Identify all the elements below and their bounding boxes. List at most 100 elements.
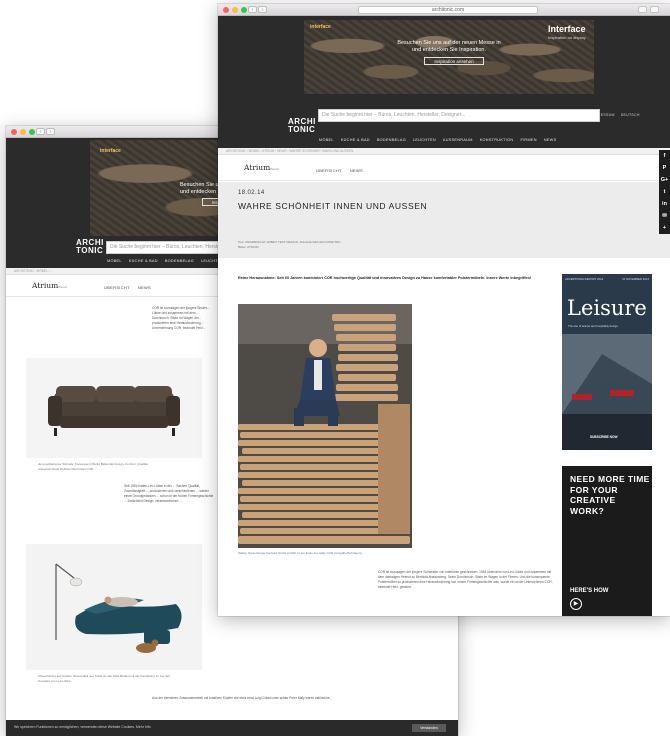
browser-toolbar: ‹ › architonic.com: [218, 4, 670, 16]
sofa-caption-line-2: Ausgezeichnete Polstermöbel bleibt COR.: [38, 466, 95, 471]
sofa-caption: Jung gebliebenes Sitzsofa: Konsequent Ma…: [38, 462, 214, 471]
mail-icon[interactable]: ✉: [659, 210, 670, 222]
social-share-bar: f P G+ t in ✉ +: [659, 150, 670, 234]
nav-item-leuchten[interactable]: LEUCHTEN: [413, 138, 436, 142]
facebook-icon[interactable]: f: [659, 150, 670, 162]
brand-nav: ÜBERSICHT NEWS: [316, 168, 363, 173]
architonic-logo[interactable]: ARCHI TONIC: [288, 118, 316, 134]
article-byline: Text: ANGEBRACHT ARBEIT TEXT DESIGN, ANL…: [238, 240, 438, 249]
logo-line-2: TONIC: [76, 246, 104, 255]
tab-news[interactable]: NEWS: [350, 168, 363, 173]
nav-item-aussenraum[interactable]: AUSSENRAUM: [443, 138, 473, 142]
window-controls[interactable]: [223, 7, 247, 13]
ad-creative-headline: NEED MORE TIME FOR YOUR CREATIVE WORK?: [570, 474, 650, 516]
forward-nav-button[interactable]: ›: [258, 6, 267, 13]
article-photo: [238, 304, 412, 548]
banner-cta-button[interactable]: Inspiration ansehen: [424, 57, 484, 65]
search-input[interactable]: Die Suche beginnt hier – Büros, Leuchten…: [318, 109, 600, 122]
twitter-icon[interactable]: t: [659, 186, 670, 198]
google-plus-icon[interactable]: G+: [659, 174, 670, 186]
more-share-icon[interactable]: +: [659, 222, 670, 234]
byline-images: Bilder: ATRIUM: [238, 244, 259, 249]
ad-date-label: 10 NOVEMBER 2014: [622, 277, 649, 281]
url-bar[interactable]: architonic.com: [358, 6, 538, 14]
tab-uebersicht[interactable]: ÜBERSICHT: [104, 285, 130, 290]
article-paragraph-2: Seit 1954 hatten Leo Lübke in der ... Sa…: [124, 484, 214, 503]
ad-banner[interactable]: interface Besuchen Sie uns auf der neuen…: [304, 20, 594, 94]
screenshot-stage: ‹ › interface Besuchen Sie uns auf der n…: [0, 0, 670, 736]
brand-suffix: Raum: [270, 167, 280, 171]
minimize-button[interactable]: [232, 7, 238, 13]
banner-brand: interface: [310, 24, 331, 30]
nav-item-kueche-bad[interactable]: KÜCHE & BAD: [129, 259, 158, 263]
leisure-ad[interactable]: ADVERTISING REPORT 2014 10 NOVEMBER 2014…: [562, 274, 652, 450]
banner-brand: interface: [100, 148, 121, 154]
nav-item-news[interactable]: NEWS: [544, 138, 557, 142]
play-icon[interactable]: ▶: [570, 598, 582, 610]
nav-item-firmen[interactable]: FIRMEN: [520, 138, 536, 142]
nav-item-bodenbelag[interactable]: BODENBELAG: [377, 138, 406, 142]
interface-logo: Interface: [548, 24, 586, 34]
lounge-illustration: [55, 563, 182, 653]
minimize-button[interactable]: [20, 129, 26, 135]
maximize-button[interactable]: [241, 7, 247, 13]
ad-heres-how-label: HERE'S HOW: [570, 588, 609, 594]
back-nav-button[interactable]: ‹: [248, 6, 257, 13]
site-header-lower: MÖBEL KÜCHE & BAD BODENBELAG LEUCHTEN AU…: [218, 136, 670, 148]
lounge-image: [26, 544, 202, 670]
logo-line-2: TONIC: [288, 125, 316, 134]
photo-caption: Weltig. Niederberger Gerhard Stroht erzä…: [238, 551, 363, 555]
nav-item-kueche-bad[interactable]: KÜCHE & BAD: [341, 138, 370, 142]
article-body-text: COR ist sozusagen der jüngere Schwester …: [378, 570, 553, 589]
interface-tagline: Inspiration on display: [548, 35, 586, 40]
article-paragraph-3: Aus der intensiven Zusammenarbeit mit kr…: [152, 696, 333, 700]
link-deutsch[interactable]: DEUTSCH: [621, 113, 640, 117]
article-headline: WAHRE SCHÖNHEIT INNEN UND AUSSEN: [238, 201, 428, 211]
nav-item-moebel[interactable]: MÖBEL: [319, 138, 334, 142]
cookie-banner: Wir speichern Funktionen zu ermöglichen,…: [6, 720, 458, 736]
article-lead: Reine Herausnahme: Seit 60 Jahren kombin…: [238, 276, 532, 280]
nav-item-moebel[interactable]: MÖBEL: [107, 259, 122, 263]
brand-suffix: Raum: [58, 285, 68, 289]
maximize-button[interactable]: [29, 129, 35, 135]
banner-subline: und entdecken Sie Inspiration.: [412, 47, 486, 53]
window-controls[interactable]: [11, 129, 35, 135]
ad-subscribe-button[interactable]: SUBSCRIBE NOW: [590, 435, 617, 439]
article-date: 18.02.14: [238, 190, 265, 196]
creative-work-ad[interactable]: NEED MORE TIME FOR YOUR CREATIVE WORK? H…: [562, 466, 652, 616]
tabs-button[interactable]: [650, 6, 659, 13]
atrium-brand-logo[interactable]: AtriumRaum: [244, 163, 279, 172]
lounge-caption: Abwechslung auf Großes: Bestandteil des …: [38, 674, 214, 683]
nav-item-bodenbelag[interactable]: BODENBELAG: [165, 259, 194, 263]
cookie-accept-button[interactable]: Verstanden: [412, 724, 446, 732]
brand-bar: AtriumRaum ÜBERSICHT NEWS: [218, 155, 670, 181]
brand-name: Atrium: [244, 163, 271, 172]
pinterest-icon[interactable]: P: [659, 162, 670, 174]
back-nav-button[interactable]: ‹: [36, 128, 45, 135]
linkedin-icon[interactable]: in: [659, 198, 670, 210]
ad-leisure-subtitle: The rise of leisure and hospitality desi…: [568, 324, 618, 328]
cookie-text: Wir speichern Funktionen zu ermöglichen,…: [14, 725, 151, 729]
share-button[interactable]: [638, 6, 647, 13]
sofa-image: [26, 358, 202, 458]
forward-nav-button[interactable]: ›: [46, 128, 55, 135]
main-nav: MÖBEL KÜCHE & BAD BODENBELAG LEUCHTEN AU…: [319, 138, 556, 142]
brand-name: Atrium: [32, 281, 59, 290]
brand-nav: ÜBERSICHT NEWS: [104, 285, 151, 290]
close-button[interactable]: [11, 129, 17, 135]
close-button[interactable]: [223, 7, 229, 13]
nav-item-konstruktion[interactable]: KONSTRUKTION: [480, 138, 514, 142]
sofa-illustration: [48, 386, 180, 436]
breadcrumb: ARCHITONIC › MÖBEL › ATRIUM › NEWS › WAH…: [218, 148, 670, 155]
tab-uebersicht[interactable]: ÜBERSICHT: [316, 168, 342, 173]
banner-headline: Besuchen Sie uns auf der neuen Messe in: [397, 40, 501, 46]
architonic-logo[interactable]: ARCHI TONIC: [76, 239, 104, 255]
designer-portrait: [238, 304, 412, 548]
ad-report-label: ADVERTISING REPORT 2014: [565, 277, 604, 281]
article-header-panel: 18.02.14 WAHRE SCHÖNHEIT INNEN UND AUSSE…: [218, 182, 670, 258]
ad-leisure-title: Leisure: [567, 296, 647, 320]
lounge-caption-line-2: Gestaltet von Leo Lübke.: [38, 678, 72, 683]
article-paragraph-1: COR ist sozusagen der jüngere Bruder... …: [152, 306, 210, 330]
atrium-brand-logo[interactable]: AtriumRaum: [32, 281, 67, 290]
tab-news[interactable]: NEWS: [138, 285, 151, 290]
